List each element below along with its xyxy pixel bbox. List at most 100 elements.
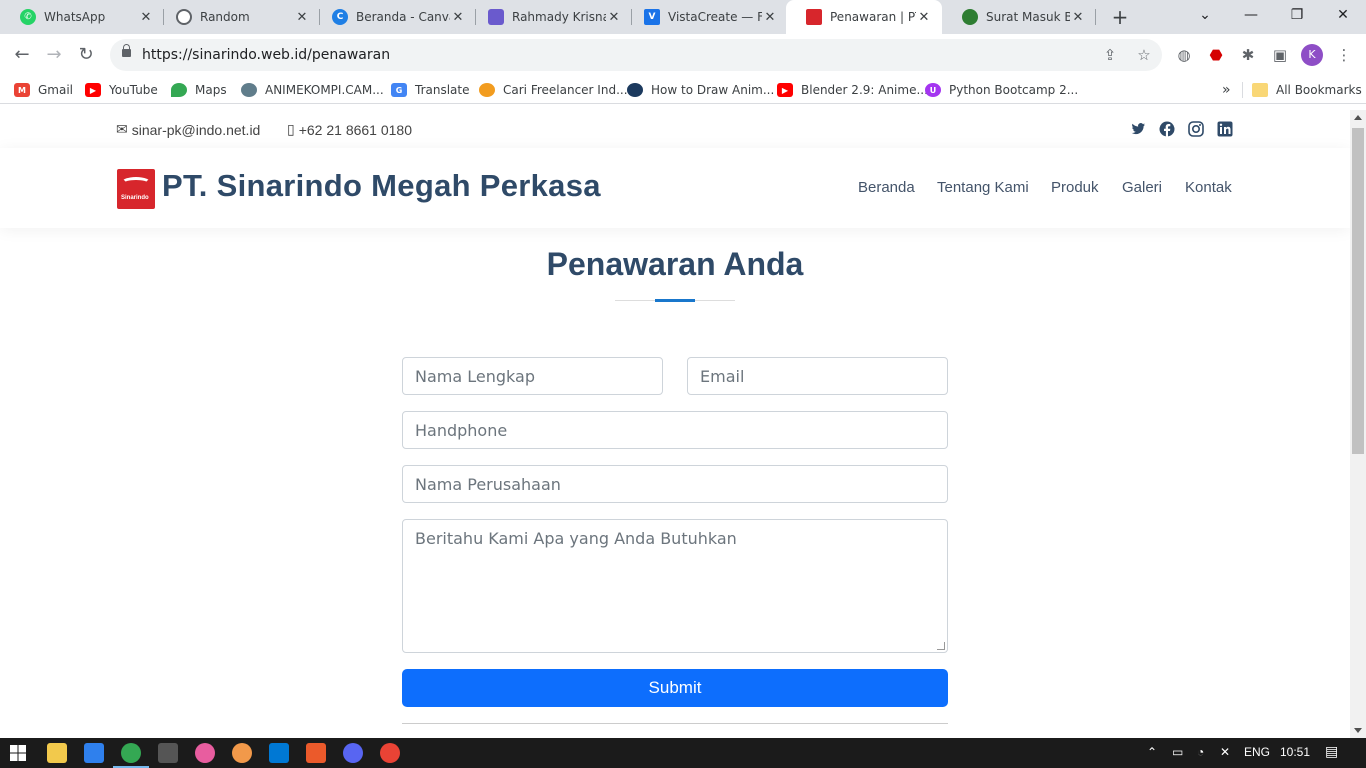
animekompi-icon (241, 83, 257, 97)
tab-surat-masuk[interactable]: Surat Masuk Bar ✕ (942, 0, 1096, 34)
phone-input[interactable]: Handphone (402, 411, 948, 449)
notifications-icon[interactable]: ▤ (1325, 743, 1338, 760)
tab-whatsapp[interactable]: ✆ WhatsApp ✕ (0, 0, 164, 34)
chrome-icon[interactable] (113, 743, 149, 768)
chart-app-icon[interactable] (232, 743, 252, 763)
bookmark-translate[interactable]: G Translate (391, 81, 470, 99)
instagram-icon[interactable] (1188, 121, 1204, 137)
linkedin-icon[interactable] (1217, 121, 1233, 137)
bookmark-youtube[interactable]: ▶ YouTube (85, 81, 158, 99)
resize-handle-icon[interactable] (937, 642, 945, 650)
bookmark-label: Python Bootcamp 2... (949, 83, 1079, 97)
close-tab-icon[interactable]: ✕ (762, 10, 778, 25)
bookmark-blender[interactable]: ▶ Blender 2.9: Anime... (777, 81, 928, 99)
contact-phone[interactable]: ▯ +62 21 8661 0180 (287, 121, 412, 138)
scroll-thumb[interactable] (1352, 128, 1364, 454)
bookmark-star-icon[interactable]: ☆ (1134, 45, 1154, 65)
translate-extension-icon[interactable]: ◍ (1174, 45, 1194, 65)
restore-button[interactable]: ❐ (1274, 0, 1320, 30)
bookmark-animekompi[interactable]: ANIMEKOMPI.CAM... (241, 81, 384, 99)
bookmark-freelancer[interactable]: Cari Freelancer Ind... (479, 81, 628, 99)
new-tab-button[interactable]: + (1108, 5, 1132, 29)
close-tab-icon[interactable]: ✕ (138, 10, 154, 25)
video-editor-icon[interactable] (158, 743, 178, 763)
tray-chevron-icon[interactable]: ⌃ (1147, 745, 1157, 759)
osu-icon[interactable] (195, 743, 215, 763)
maps-pin-icon (171, 83, 187, 97)
bookmark-how-to-draw[interactable]: How to Draw Anim... (627, 81, 774, 99)
tab-strip: ✆ WhatsApp ✕ Random ✕ C Beranda - Canva … (0, 0, 1366, 34)
close-tab-icon[interactable]: ✕ (450, 10, 466, 25)
facebook-icon[interactable] (1159, 121, 1175, 137)
battery-icon[interactable]: ▭ (1172, 745, 1183, 759)
volume-muted-icon[interactable]: ✕ (1220, 745, 1230, 759)
name-input[interactable]: Nama Lengkap (402, 357, 663, 395)
adblock-extension-icon[interactable]: ⬣ (1206, 45, 1226, 65)
vscode-icon[interactable] (269, 743, 289, 763)
close-tab-icon[interactable]: ✕ (606, 10, 622, 25)
tab-search-chevron-icon[interactable]: ⌄ (1182, 0, 1228, 30)
tab-random[interactable]: Random ✕ (156, 0, 320, 34)
nav-beranda[interactable]: Beranda (858, 179, 915, 196)
wifi-icon[interactable]: ◔ (1197, 745, 1204, 759)
bookmark-gmail[interactable]: M Gmail (14, 81, 73, 99)
nav-galeri[interactable]: Galeri (1122, 179, 1162, 196)
bookmarks-overflow-icon[interactable]: » (1222, 81, 1231, 99)
nav-tentang-kami[interactable]: Tentang Kami (937, 179, 1029, 196)
tab-canva[interactable]: C Beranda - Canva ✕ (312, 0, 476, 34)
xampp-icon[interactable] (306, 743, 326, 763)
bookmark-python-bootcamp[interactable]: U Python Bootcamp 2... (925, 81, 1078, 99)
windows-start-icon[interactable] (10, 745, 26, 761)
clock[interactable]: 10:51 (1280, 745, 1310, 759)
chrome-alt-icon[interactable] (380, 743, 400, 763)
share-icon[interactable]: ⇪ (1100, 45, 1120, 65)
side-panel-icon[interactable]: ▣ (1270, 45, 1290, 65)
contact-email[interactable]: ✉ sinar-pk@indo.net.id (116, 121, 260, 138)
address-bar[interactable]: https://sinarindo.web.id/penawaran ⇪ ☆ (110, 39, 1162, 71)
mail-icon[interactable] (84, 743, 104, 763)
email-text: sinar-pk@indo.net.id (131, 121, 261, 138)
email-input[interactable]: Email (687, 357, 948, 395)
profile-avatar[interactable]: K (1301, 44, 1323, 66)
forward-arrow-icon[interactable]: → (42, 43, 66, 67)
scroll-down-icon[interactable] (1354, 728, 1362, 733)
minimize-button[interactable]: — (1228, 0, 1274, 30)
tab-vistacreate[interactable]: V VistaCreate — F ✕ (624, 0, 788, 34)
submit-button[interactable]: Submit (402, 669, 948, 707)
chatgpt-icon (176, 9, 192, 25)
draw-tutorial-icon (627, 83, 643, 97)
scroll-up-icon[interactable] (1354, 115, 1362, 120)
page-scrollbar[interactable] (1350, 110, 1366, 738)
title-accent-bar (655, 299, 695, 302)
form-divider (402, 723, 948, 724)
bookmark-maps[interactable]: Maps (171, 81, 227, 99)
bookmark-label: Blender 2.9: Anime... (801, 83, 928, 97)
tab-penawaran[interactable]: Penawaran | PT. ✕ (786, 0, 942, 34)
message-textarea[interactable]: Beritahu Kami Apa yang Anda Butuhkan (402, 519, 948, 653)
reload-icon[interactable]: ↻ (74, 43, 98, 67)
nav-produk[interactable]: Produk (1051, 179, 1099, 196)
twitter-icon[interactable] (1130, 121, 1146, 137)
globe-icon (962, 9, 978, 25)
menu-kebab-icon[interactable]: ⋮ (1334, 45, 1354, 65)
back-arrow-icon[interactable]: ← (10, 43, 34, 67)
all-bookmarks[interactable]: All Bookmarks (1252, 81, 1362, 99)
close-tab-icon[interactable]: ✕ (916, 10, 932, 25)
close-tab-icon[interactable]: ✕ (1070, 10, 1086, 25)
tab-rahmady[interactable]: Rahmady Krisna ✕ (468, 0, 632, 34)
close-tab-icon[interactable]: ✕ (294, 10, 310, 25)
tab-title: Penawaran | PT. (830, 10, 916, 24)
extensions-puzzle-icon[interactable]: ✱ (1238, 45, 1258, 65)
file-explorer-icon[interactable] (47, 743, 67, 763)
lock-icon[interactable] (122, 44, 131, 57)
discord-icon[interactable] (343, 743, 363, 763)
close-window-button[interactable]: ✕ (1320, 0, 1366, 30)
nav-kontak[interactable]: Kontak (1185, 179, 1232, 196)
sinarindo-logo[interactable]: Sinarindo (117, 169, 155, 209)
brand-name[interactable]: PT. Sinarindo Megah Perkasa (162, 168, 601, 204)
url-text[interactable]: https://sinarindo.web.id/penawaran (142, 47, 390, 63)
tab-title: Random (200, 10, 250, 24)
language-indicator[interactable]: ENG (1244, 745, 1270, 759)
company-input[interactable]: Nama Perusahaan (402, 465, 948, 503)
logo-text: Sinarindo (121, 195, 149, 201)
